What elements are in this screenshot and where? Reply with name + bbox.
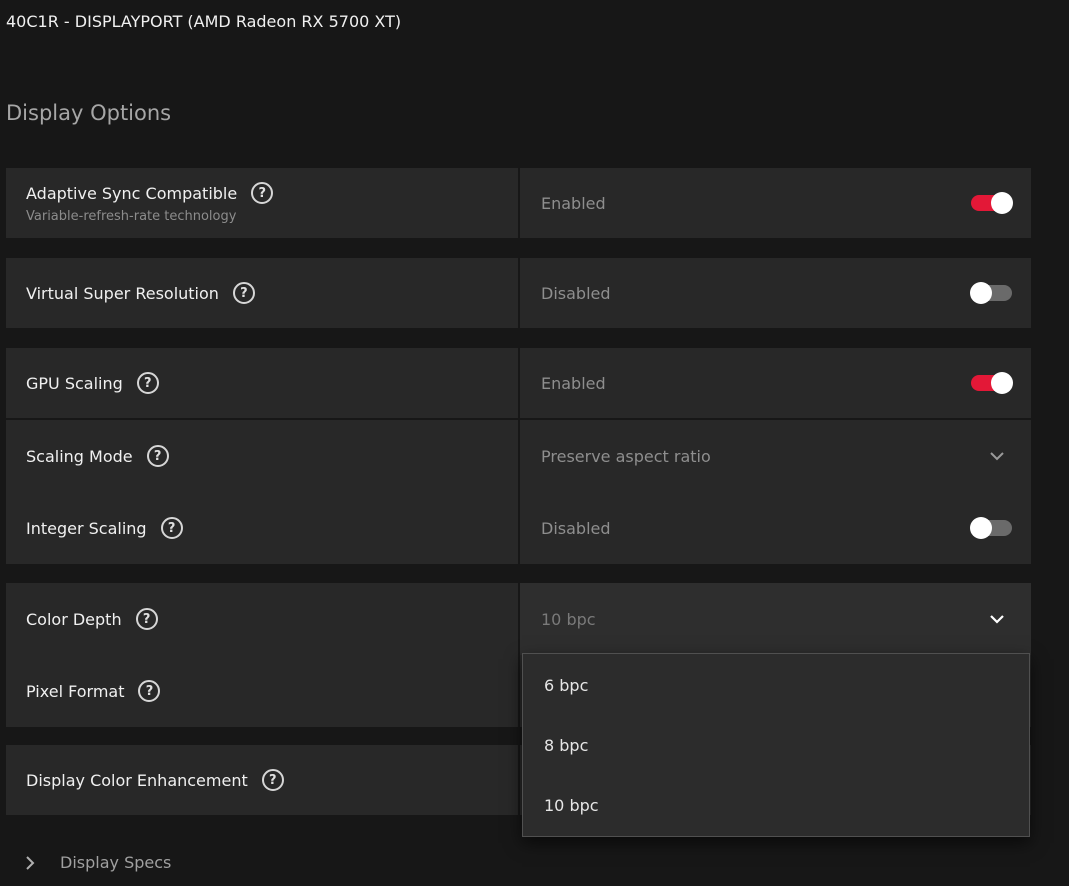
setting-vsr: Virtual Super Resolution ? Disabled [6, 258, 1031, 328]
chevron-right-icon [26, 855, 35, 870]
pixel-format-label: Pixel Format [26, 681, 125, 701]
setting-label-cell: Scaling Mode ? [6, 420, 518, 492]
integer-scaling-toggle[interactable] [970, 517, 1012, 539]
setting-adaptive-sync: Adaptive Sync Compatible ? Variable-refr… [6, 168, 1031, 238]
setting-label-cell: Pixel Format ? [6, 655, 518, 727]
display-color-enhancement-label: Display Color Enhancement [26, 770, 248, 790]
help-circle-icon[interactable]: ? [135, 608, 158, 630]
gpu-scaling-toggle[interactable] [971, 372, 1013, 394]
toggle-knob [970, 517, 992, 539]
help-circle-icon[interactable]: ? [146, 445, 169, 467]
toggle-knob [970, 282, 992, 304]
help-circle-icon[interactable]: ? [160, 517, 183, 539]
color-depth-option-6bpc[interactable]: 6 bpc [544, 676, 588, 695]
integer-scaling-value: Disabled [541, 518, 611, 538]
setting-integer-scaling: Integer Scaling ? Disabled [6, 492, 1031, 564]
window-title: 40C1R - DISPLAYPORT (AMD Radeon RX 5700 … [6, 12, 402, 31]
help-circle-icon[interactable]: ? [232, 282, 255, 304]
setting-scaling-mode: Scaling Mode ? Preserve aspect ratio [6, 420, 1031, 492]
setting-label-cell: Adaptive Sync Compatible ? Variable-refr… [6, 168, 518, 238]
gpu-scaling-label: GPU Scaling [26, 373, 123, 393]
vsr-value: Disabled [541, 283, 611, 303]
display-specs-expander[interactable]: Display Specs [24, 853, 171, 872]
setting-label-cell: GPU Scaling ? [6, 348, 518, 418]
adaptive-sync-value: Enabled [541, 193, 606, 213]
display-specs-label: Display Specs [60, 853, 172, 872]
setting-label-cell: Integer Scaling ? [6, 492, 518, 564]
scaling-mode-label: Scaling Mode [26, 446, 133, 466]
vsr-toggle[interactable] [970, 282, 1012, 304]
gpu-scaling-value: Enabled [541, 373, 606, 393]
setting-label-cell: Virtual Super Resolution ? [6, 258, 518, 328]
adaptive-sync-sublabel: Variable-refresh-rate technology [26, 209, 237, 224]
section-title: Display Options [6, 101, 172, 125]
scaling-mode-value: Preserve aspect ratio [541, 446, 711, 466]
chevron-down-icon [990, 615, 1004, 624]
chevron-down-icon [990, 452, 1004, 461]
color-depth-option-8bpc[interactable]: 8 bpc [544, 736, 588, 755]
vsr-label: Virtual Super Resolution [26, 283, 219, 303]
adaptive-sync-toggle[interactable] [971, 192, 1013, 214]
setting-label-cell: Display Color Enhancement ? [6, 745, 518, 815]
toggle-knob [991, 372, 1013, 394]
color-depth-options-list: 6 bpc 8 bpc 10 bpc [522, 653, 1030, 837]
vsr-control[interactable]: Disabled [520, 258, 1031, 328]
adaptive-sync-label: Adaptive Sync Compatible [26, 183, 238, 203]
help-circle-icon[interactable]: ? [138, 680, 161, 702]
color-depth-value: 10 bpc [541, 609, 596, 629]
color-depth-label: Color Depth [26, 609, 122, 629]
toggle-knob [991, 192, 1013, 214]
integer-scaling-control[interactable]: Disabled [520, 492, 1031, 564]
gpu-scaling-control[interactable]: Enabled [520, 348, 1031, 418]
color-depth-dropdown[interactable]: 10 bpc [520, 583, 1031, 655]
integer-scaling-label: Integer Scaling [26, 518, 147, 538]
setting-color-depth: Color Depth ? 10 bpc [6, 583, 1031, 655]
help-circle-icon[interactable]: ? [261, 769, 284, 791]
setting-gpu-scaling: GPU Scaling ? Enabled [6, 348, 1031, 418]
setting-label-cell: Color Depth ? [6, 583, 518, 655]
color-depth-option-10bpc[interactable]: 10 bpc [544, 796, 599, 815]
scaling-mode-dropdown[interactable]: Preserve aspect ratio [520, 420, 1031, 492]
adaptive-sync-control[interactable]: Enabled [520, 168, 1031, 238]
help-circle-icon[interactable]: ? [136, 372, 159, 394]
help-circle-icon[interactable]: ? [251, 182, 274, 204]
